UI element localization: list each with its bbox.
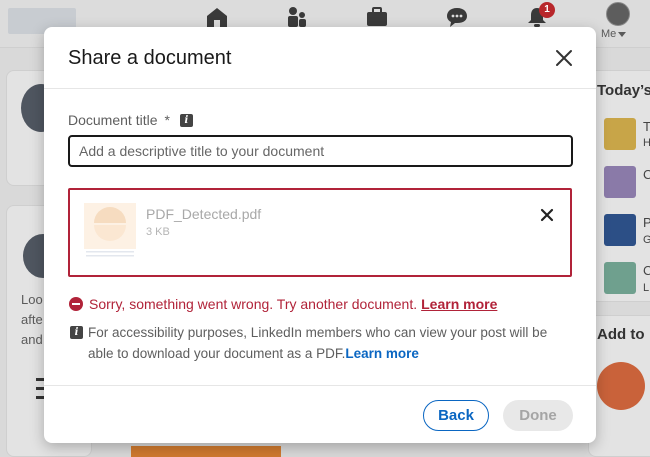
me-menu[interactable]: Me bbox=[601, 28, 627, 40]
media-strip bbox=[131, 446, 281, 457]
file-name: PDF_Detected.pdf bbox=[146, 206, 262, 222]
feed-text-line: Loo bbox=[21, 292, 43, 307]
accessibility-text: For accessibility purposes, LinkedIn mem… bbox=[88, 325, 548, 361]
document-thumbnail-icon bbox=[84, 203, 136, 261]
news-tile-letter: C bbox=[643, 167, 650, 182]
feed-text-line: and bbox=[21, 332, 43, 347]
info-icon[interactable]: i bbox=[179, 113, 193, 127]
suggestions-title: Add to bbox=[597, 326, 645, 343]
home-icon[interactable] bbox=[205, 6, 229, 28]
news-title: Today’s bbox=[597, 82, 650, 99]
close-icon bbox=[540, 208, 554, 222]
dialog-header: Share a document bbox=[44, 27, 596, 89]
document-title-label-row: Document title * i bbox=[68, 112, 193, 128]
news-tile[interactable] bbox=[604, 166, 636, 198]
me-label: Me bbox=[601, 28, 617, 40]
caret-down-icon bbox=[618, 31, 627, 37]
required-marker: * bbox=[164, 112, 170, 128]
notifications-bell-icon[interactable]: 1 bbox=[525, 2, 555, 28]
news-tile-letter: P bbox=[643, 215, 650, 230]
uploaded-file-card: PDF_Detected.pdf 3 KB bbox=[68, 188, 572, 277]
document-title-label: Document title bbox=[68, 112, 158, 128]
news-tile[interactable] bbox=[604, 262, 636, 294]
error-learn-more-link[interactable]: Learn more bbox=[421, 296, 497, 312]
accessibility-notice: i For accessibility purposes, LinkedIn m… bbox=[69, 322, 569, 364]
news-tile-letter: T bbox=[643, 119, 650, 134]
news-tile-sub: H bbox=[643, 137, 650, 149]
news-tile[interactable] bbox=[604, 118, 636, 150]
error-text: Sorry, something went wrong. Try another… bbox=[89, 296, 418, 312]
network-icon[interactable] bbox=[285, 6, 309, 28]
news-tile-sub: L bbox=[643, 282, 650, 294]
share-document-dialog: Share a document Document title * i PDF_… bbox=[44, 27, 596, 443]
feed-text-line: afte bbox=[21, 312, 43, 327]
error-icon bbox=[69, 297, 83, 311]
jobs-briefcase-icon[interactable] bbox=[365, 6, 389, 28]
close-button[interactable] bbox=[549, 43, 579, 73]
file-size: 3 KB bbox=[146, 226, 170, 238]
news-tile-sub: G bbox=[643, 234, 650, 246]
company-logo[interactable] bbox=[597, 362, 645, 410]
news-tile-letter: C bbox=[643, 263, 650, 278]
error-message: Sorry, something went wrong. Try another… bbox=[69, 296, 497, 312]
close-icon bbox=[556, 50, 572, 66]
done-button[interactable]: Done bbox=[503, 400, 573, 431]
back-button[interactable]: Back bbox=[423, 400, 489, 431]
info-icon: i bbox=[70, 326, 83, 339]
notification-count-badge: 1 bbox=[539, 2, 555, 18]
news-tile[interactable] bbox=[604, 214, 636, 246]
accessibility-learn-more-link[interactable]: Learn more bbox=[345, 346, 419, 361]
dialog-title: Share a document bbox=[68, 47, 232, 69]
avatar[interactable] bbox=[606, 2, 630, 26]
remove-file-button[interactable] bbox=[537, 205, 557, 225]
messaging-icon[interactable] bbox=[445, 6, 469, 28]
document-title-input[interactable] bbox=[68, 135, 573, 167]
dialog-footer: Back Done bbox=[44, 385, 596, 443]
